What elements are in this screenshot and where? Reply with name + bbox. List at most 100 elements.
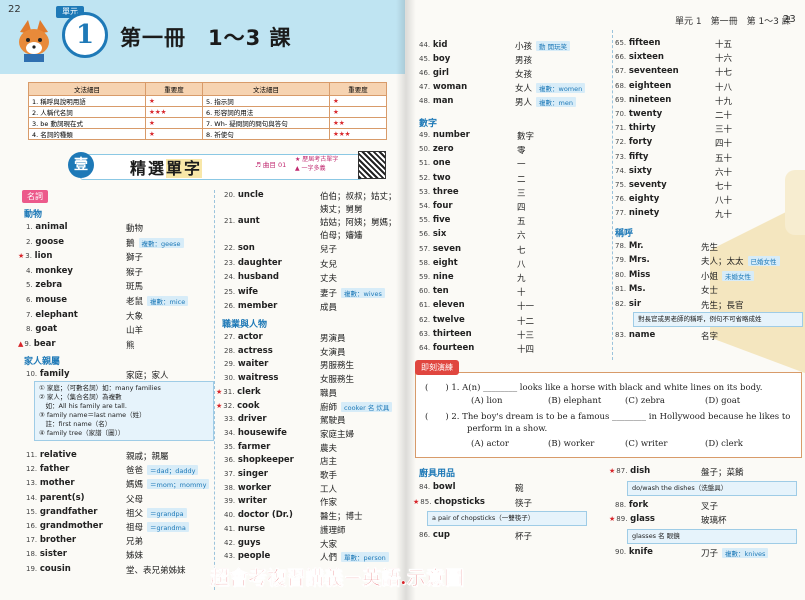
entry-word: fourteen [432,343,475,353]
meaning-text: 六十 [715,167,733,178]
note-line: ③ family name＝last name（姓） [39,411,146,419]
entry-number: 88. [615,501,627,509]
dish-note: do/wash the dishes（洗盤具） [627,481,797,496]
meaning-text: 小姐 [701,271,719,282]
entry-word: goat [35,324,58,335]
entry-meaning: 五 [517,215,526,227]
entry-word: zero [432,144,454,155]
entry-tag: cooker 名 炊具 [341,401,393,412]
vocab-entry: 43. people [224,551,270,561]
meaning-text: 先生 [701,243,719,253]
meaning-text: 一 [517,160,526,171]
entry-number: 30. [224,374,236,383]
entry-meaning: 名字 [701,330,718,342]
entry-meaning: 十七 [715,66,732,78]
subcategory-label-text: 數字 [419,119,438,129]
vocab-entry: 80. Miss [615,270,650,280]
importance-stars: ★ [329,95,387,107]
entry-word: bear [33,338,56,349]
entry-meaning: 男服務生 [320,359,354,371]
entry-meaning: 農夫 [320,442,337,454]
entry-word: one [432,158,451,169]
entry-number: 44. [419,41,431,49]
entry-word: Mr. [628,241,644,251]
meaning-text: 農夫 [320,443,338,454]
vocab-entry: 65. fifteen [615,38,661,48]
vocab-entry: 33. driver [224,414,267,424]
entry-number: 18. [26,550,38,559]
entry-number: 84. [419,483,431,491]
meaning-text: 女人 [515,84,533,94]
entry-meaning: 六 [517,229,526,241]
entry-meaning: 堂、表兄弟姊妹 [126,564,186,576]
vocab-entry: 44. kid [419,40,448,50]
entry-number: 31. [223,387,235,396]
entry-number: 70. [615,110,627,118]
meaning-text: 數字 [517,132,535,142]
meaning-text: 家庭主婦 [320,429,355,440]
grammar-item: 1. 稱呼與說明用語 [28,95,146,107]
entry-word: girl [432,68,449,78]
entry-meaning: 男演員 [320,332,346,344]
fox-mascot-icon [19,20,49,62]
entry-meaning: 十一 [517,300,534,312]
entry-number: 53. [419,187,431,196]
important-mark: ★ [18,252,25,261]
entry-tag: 複數：knives [722,548,769,558]
entry-number: 33. [224,415,236,424]
entry-number: 66. [615,53,627,62]
vocab-entry: 86. cup [419,530,450,540]
entry-number: 89. [616,515,628,523]
meaning-text: 零 [517,146,526,157]
entry-word: chopsticks [434,497,485,507]
entry-tag: 已婚女性 [747,256,780,267]
vocab-entry: 7. elephant [26,310,78,320]
entry-word: monkey [35,265,73,276]
vocab-entry: 75. seventy [615,180,667,190]
meaning-text: 職員 [320,388,338,399]
vocab-entry: 81. Ms. [615,284,646,294]
entry-number: 46. [419,69,431,77]
meaning-text: 斑馬 [126,282,144,293]
entry-meaning: 六十 [715,166,732,178]
entry-number: 79. [615,256,627,265]
entry-meaning: 動物 [126,222,143,234]
entry-word: cup [432,530,451,540]
grammar-item: 3. be 動詞現在式 [28,117,146,129]
vocab-entry: 51. one [419,158,451,168]
meaning-text: 獅子 [126,253,144,264]
practice-tag: 即刻演練 [415,360,459,375]
grammar-item: 6. 形容詞的用法 [202,106,330,118]
table-row: 1. 稱呼與說明用語 ★ 5. 指示詞 ★ [28,95,387,107]
entry-tag: 複數：geese [138,237,184,248]
entry-meaning: 姑姑；阿姨；舅媽； [320,216,397,228]
entry-meaning: 刀子 複數：knives [701,547,769,559]
entry-tag: 未婚女性 [722,270,755,281]
entry-meaning: 叉子 [701,500,718,512]
vocab-entry: 40. doctor (Dr.) [224,510,293,520]
entry-meaning: 護理師 [320,524,346,536]
entry-meaning: 七十 [715,180,732,192]
entry-word: people [237,551,271,562]
entry-word: farmer [237,441,271,452]
entry-meaning: 玻璃杯 [701,514,727,526]
meaning-text: 大家 [320,539,338,550]
meaning-text: 十四 [517,345,535,355]
meaning-text: 老鼠 [126,297,144,307]
entry-word: name [628,330,656,340]
vocab-entry: 26. member [224,301,277,311]
vocab-entry: 30. waitress [224,373,278,383]
importance-stars: ★ [329,106,387,118]
vocab-entry: 47. woman [419,82,467,92]
entry-number: 20. [224,191,236,199]
vocab-entry: ▲9. bear [18,339,56,349]
entry-number: 71. [615,124,627,133]
meaning-text: 工人 [320,484,338,495]
meaning-text: 歌手 [320,471,338,481]
section-title: 精選單字 [130,155,203,179]
entry-word: two [432,172,451,183]
entry-word: fifty [628,151,649,162]
entry-number: 52. [419,173,431,182]
column-divider [612,30,614,360]
note-line: ② 家人；（集合名詞）為複數 [39,393,122,401]
